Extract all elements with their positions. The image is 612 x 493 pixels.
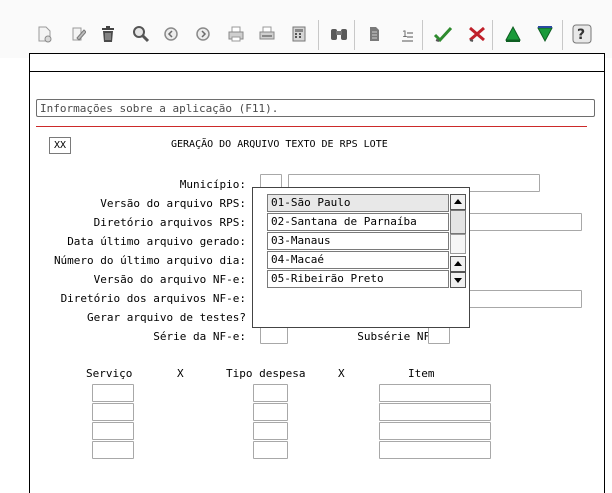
scrollbar-track[interactable] xyxy=(450,234,466,254)
dropdown-option[interactable]: 05-Ribeirão Preto xyxy=(267,270,449,288)
red-divider xyxy=(36,126,587,127)
scrollbar-thumb[interactable] xyxy=(450,210,466,234)
window-header-divider xyxy=(29,71,605,72)
diretorio-rps-input[interactable] xyxy=(468,213,582,231)
label-municipio: Município: xyxy=(179,178,246,191)
print-icon[interactable] xyxy=(225,22,247,46)
document-icon[interactable] xyxy=(363,22,385,46)
delete-trash-icon[interactable] xyxy=(97,22,119,46)
col-header-tipo-despesa: Tipo despesa xyxy=(226,367,306,380)
col-header-x: X xyxy=(177,367,184,380)
dropdown-option[interactable]: 04-Macaé xyxy=(267,251,449,269)
svg-text:?: ? xyxy=(577,27,585,43)
item-cell[interactable] xyxy=(379,384,491,402)
dropdown-option[interactable]: 01-São Paulo xyxy=(267,194,449,212)
tipo-despesa-cell[interactable] xyxy=(253,422,288,440)
toolbar-separator xyxy=(422,20,423,50)
scroll-up-button[interactable] xyxy=(450,256,466,272)
calculator-icon[interactable] xyxy=(288,22,310,46)
toolbar: 1 ? xyxy=(0,0,612,58)
binoculars-icon[interactable] xyxy=(328,22,350,46)
previous-record-icon[interactable] xyxy=(160,22,182,46)
search-magnifier-icon[interactable] xyxy=(130,22,152,46)
label-diretorio-nfe: Diretório dos arquivos NF-e: xyxy=(60,292,246,305)
toolbar-separator xyxy=(562,20,563,50)
list-numbered-icon[interactable]: 1 xyxy=(396,22,418,46)
print-setup-icon[interactable] xyxy=(256,22,278,46)
arrow-up-icon xyxy=(454,199,462,204)
scroll-down-button[interactable] xyxy=(450,272,466,288)
subserie-nfe-input[interactable] xyxy=(428,326,450,344)
navigate-down-icon[interactable] xyxy=(534,22,556,46)
servico-cell[interactable] xyxy=(92,384,134,402)
toolbar-separator xyxy=(492,20,493,50)
label-versao-rps: Versão do arquivo RPS: xyxy=(100,197,246,210)
cancel-icon[interactable] xyxy=(466,22,488,46)
next-record-icon[interactable] xyxy=(192,22,214,46)
dropdown-option[interactable]: 03-Manaus xyxy=(267,232,449,250)
tipo-despesa-cell[interactable] xyxy=(253,441,288,459)
toolbar-separator xyxy=(318,20,319,50)
edit-icon[interactable] xyxy=(67,22,89,46)
tipo-despesa-cell[interactable] xyxy=(253,384,288,402)
dropdown-option[interactable]: 02-Santana de Parnaíba xyxy=(267,213,449,231)
scroll-up-button[interactable] xyxy=(450,194,466,210)
diretorio-nfe-input[interactable] xyxy=(468,290,582,308)
col-header-servico: Serviço xyxy=(86,367,133,380)
arrow-up-icon xyxy=(454,261,462,266)
confirm-check-icon[interactable] xyxy=(432,22,454,46)
serie-nfe-input[interactable] xyxy=(260,326,288,344)
help-icon[interactable]: ? xyxy=(571,22,593,46)
label-versao-nfe: Versão do arquivo NF-e: xyxy=(93,273,246,286)
col-header-x: X xyxy=(338,367,345,380)
item-cell[interactable] xyxy=(379,422,491,440)
label-diretorio-rps: Diretório arquivos RPS: xyxy=(93,216,246,229)
servico-cell[interactable] xyxy=(92,403,134,421)
xx-field[interactable]: XX xyxy=(49,137,71,154)
form-title: GERAÇÃO DO ARQUIVO TEXTO DE RPS LOTE xyxy=(171,139,388,150)
new-document-icon[interactable] xyxy=(33,22,55,46)
navigate-up-icon[interactable] xyxy=(502,22,524,46)
svg-text:1: 1 xyxy=(402,30,408,40)
label-numero-ultimo: Número do último arquivo dia: xyxy=(53,254,246,267)
item-cell[interactable] xyxy=(379,441,491,459)
label-data-ultimo: Data último arquivo gerado: xyxy=(67,235,246,248)
arrow-down-icon xyxy=(454,278,462,283)
col-header-item: Item xyxy=(408,367,435,380)
servico-cell[interactable] xyxy=(92,422,134,440)
item-cell[interactable] xyxy=(379,403,491,421)
label-gerar-testes: Gerar arquivo de testes? xyxy=(87,311,246,324)
servico-cell[interactable] xyxy=(92,441,134,459)
label-serie-nfe: Série da NF-e: xyxy=(153,330,246,343)
info-bar-text: Informações sobre a aplicação (F11). xyxy=(40,102,279,115)
tipo-despesa-cell[interactable] xyxy=(253,403,288,421)
toolbar-separator xyxy=(354,20,355,50)
info-bar[interactable]: Informações sobre a aplicação (F11). xyxy=(36,99,595,117)
